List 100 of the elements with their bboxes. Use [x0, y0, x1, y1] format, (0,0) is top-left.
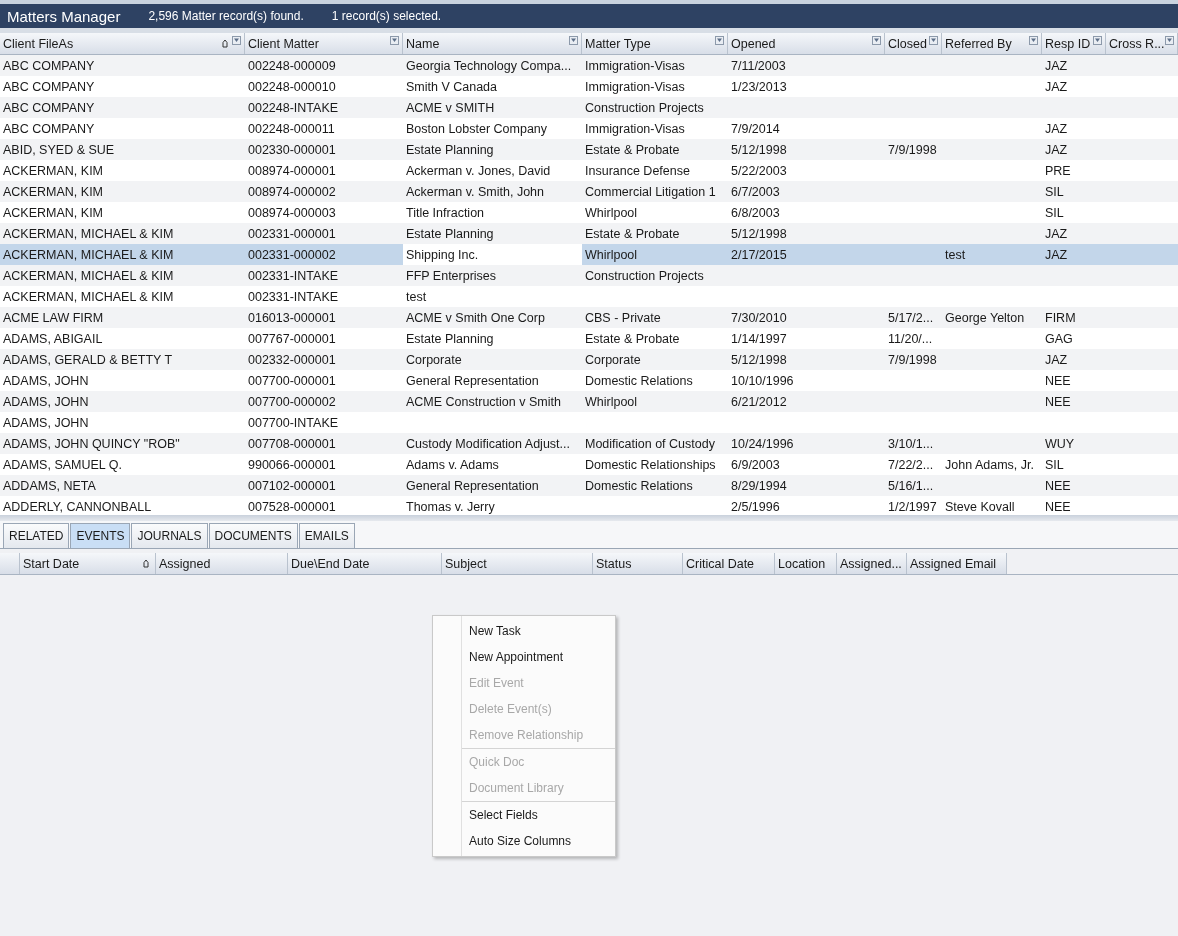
menu-item[interactable]: New Appointment	[433, 644, 615, 670]
column-header[interactable]: Name	[403, 33, 582, 54]
tab[interactable]: RELATED	[3, 523, 70, 548]
filter-icon[interactable]	[1029, 36, 1038, 45]
table-cell-text: 5/12/1998	[730, 351, 788, 369]
table-row[interactable]: ADAMS, JOHN QUINCY "ROB" 007708-000001 Custody Modification Adjust... Modification of Custody 10/24/1996 3/10/1... WUY	[0, 433, 1178, 454]
column-header[interactable]: Due\End Date	[288, 553, 442, 574]
table-row[interactable]: ABID, SYED & SUE 002330-000001 Estate Planning Estate & Probate 5/12/1998 7/9/1998 JAZ	[0, 139, 1178, 160]
column-header[interactable]: Client Matter	[245, 33, 403, 54]
column-header[interactable]: Subject	[442, 553, 593, 574]
table-cell-text: 002330-000001	[247, 141, 337, 159]
table-cell-text: JAZ	[1044, 78, 1069, 96]
table-cell-text: ACME LAW FIRM	[2, 309, 105, 327]
table-cell-text: Estate & Probate	[584, 330, 681, 348]
table-cell-text: Immigration-Visas	[584, 120, 686, 138]
filter-icon[interactable]	[715, 36, 724, 45]
table-cell-text: Construction Projects	[584, 267, 705, 285]
filter-icon[interactable]	[872, 36, 881, 45]
table-cell-text: 002331-INTAKE	[247, 267, 340, 285]
table-cell-text: Domestic Relationships	[584, 456, 717, 474]
table-cell-text: Domestic Relations	[584, 372, 694, 390]
table-cell-text: 007102-000001	[247, 477, 337, 495]
table-cell-text: ACME v SMITH	[405, 99, 496, 117]
table-row[interactable]: ADDAMS, NETA 007102-000001 General Representation Domestic Relations 8/29/1994 5/16/1... NEE	[0, 475, 1178, 496]
table-cell-text: 002332-000001	[247, 351, 337, 369]
table-cell-text: ACKERMAN, KIM	[2, 204, 104, 222]
filter-icon[interactable]	[232, 36, 241, 45]
table-cell-text: Estate & Probate	[584, 141, 681, 159]
table-row[interactable]: ACKERMAN, MICHAEL & KIM 002331-INTAKE FFP Enterprises Construction Projects	[0, 265, 1178, 286]
table-cell-text: 5/12/1998	[730, 225, 788, 243]
table-cell-text: ADAMS, JOHN QUINCY "ROB"	[2, 435, 181, 453]
table-cell-text: 8/29/1994	[730, 477, 788, 495]
table-cell-text: 5/16/1...	[887, 477, 935, 495]
table-cell-text: 7/22/2...	[887, 456, 935, 474]
table-cell-text: Estate Planning	[405, 225, 495, 243]
table-row[interactable]: ACKERMAN, MICHAEL & KIM 002331-000001 Estate Planning Estate & Probate 5/12/1998 JAZ	[0, 223, 1178, 244]
table-cell-text: Smith V Canada	[405, 78, 499, 96]
table-row[interactable]: ACKERMAN, MICHAEL & KIM 002331-000002 Shipping Inc. Whirlpool 2/17/2015 test JAZ	[0, 244, 1178, 265]
column-header[interactable]: Referred By	[942, 33, 1042, 54]
table-row[interactable]: ADAMS, JOHN 007700-000002 ACME Construction v Smith Whirlpool 6/21/2012 NEE	[0, 391, 1178, 412]
table-cell-text: ADDAMS, NETA	[2, 477, 97, 495]
table-cell-text: 7/9/1998	[887, 141, 938, 159]
table-cell-text: Georgia Technology Compa...	[405, 57, 573, 75]
filter-icon[interactable]	[1165, 36, 1174, 45]
column-header[interactable]: Cross R...	[1106, 33, 1178, 54]
menu-item[interactable]: New Task	[433, 618, 615, 644]
table-row[interactable]: ADAMS, GERALD & BETTY T 002332-000001 Corporate Corporate 5/12/1998 7/9/1998 JAZ	[0, 349, 1178, 370]
table-cell-text: ACKERMAN, MICHAEL & KIM	[2, 225, 175, 243]
table-cell-text: PRE	[1044, 162, 1072, 180]
selection-count: 1 record(s) selected.	[331, 9, 442, 23]
table-cell-text: Estate Planning	[405, 330, 495, 348]
table-cell: test	[942, 244, 1042, 265]
tab[interactable]: JOURNALS	[131, 523, 208, 548]
column-header[interactable]: Client FileAs	[0, 33, 245, 54]
window-title: Matters Manager	[7, 7, 121, 25]
table-cell-text: 002248-000011	[247, 120, 336, 138]
table-cell-text: Modification of Custody	[584, 435, 716, 453]
filter-icon[interactable]	[569, 36, 578, 45]
column-header[interactable]: Closed	[885, 33, 942, 54]
table-cell-text: test	[405, 288, 428, 306]
table-cell-text: 7/30/2010	[730, 309, 788, 327]
table-cell-text: NEE	[1044, 477, 1072, 495]
filter-icon[interactable]	[390, 36, 399, 45]
column-header[interactable]: Matter Type	[582, 33, 728, 54]
table-cell-text: 008974-000003	[247, 204, 337, 222]
menu-item[interactable]: Auto Size Columns	[433, 828, 615, 854]
tab[interactable]: EVENTS	[70, 523, 131, 548]
table-cell-text: ADAMS, JOHN	[2, 372, 90, 390]
column-header[interactable]: Status	[593, 553, 683, 574]
menu-item[interactable]: Select Fields	[433, 802, 615, 828]
table-cell: 002331-000002	[245, 244, 403, 265]
table-row[interactable]: ABC COMPANY 002248-000009 Georgia Technology Compa... Immigration-Visas 7/11/2003 JAZ	[0, 55, 1178, 76]
table-cell-text: ABC COMPANY	[2, 99, 96, 117]
table-cell-text: 7/9/1998	[887, 351, 938, 369]
table-cell-text: ACKERMAN, KIM	[2, 183, 104, 201]
table-row[interactable]: ACME LAW FIRM 016013-000001 ACME v Smith One Corp CBS - Private 7/30/2010 5/17/2... George Yelton FIRM	[0, 307, 1178, 328]
column-header[interactable]: Assigned...	[837, 553, 907, 574]
row-selector-header	[0, 553, 20, 574]
filter-icon[interactable]	[1093, 36, 1102, 45]
table-cell-text: NEE	[1044, 393, 1072, 411]
column-header[interactable]: Assigned Email	[907, 553, 1007, 574]
column-header[interactable]: Critical Date	[683, 553, 775, 574]
table-cell-text: ACKERMAN, MICHAEL & KIM	[2, 288, 175, 306]
column-header[interactable]: Resp ID	[1042, 33, 1106, 54]
table-row[interactable]: ABC COMPANY 002248-INTAKE ACME v SMITH Construction Projects	[0, 97, 1178, 118]
table-row[interactable]: ACKERMAN, KIM 008974-000002 Ackerman v. Smith, John Commercial Litigation 1 6/7/2003 SIL	[0, 181, 1178, 202]
table-cell-text: 6/9/2003	[730, 456, 781, 474]
table-cell-text: ACME Construction v Smith	[405, 393, 562, 411]
filter-icon[interactable]	[929, 36, 938, 45]
column-header[interactable]: Location	[775, 553, 837, 574]
table-cell-text: NEE	[1044, 498, 1072, 515]
column-header[interactable]: Assigned	[156, 553, 288, 574]
column-header[interactable]: Start Date	[20, 553, 156, 574]
table-cell-text: 5/17/2...	[887, 309, 935, 327]
table-cell-text: ACME v Smith One Corp	[405, 309, 546, 327]
table-cell-text: Domestic Relations	[584, 477, 694, 495]
tab[interactable]: EMAILS	[298, 523, 355, 548]
tab[interactable]: DOCUMENTS	[208, 523, 298, 548]
table-cell-text: 007700-INTAKE	[247, 414, 340, 432]
column-header[interactable]: Opened	[728, 33, 885, 54]
